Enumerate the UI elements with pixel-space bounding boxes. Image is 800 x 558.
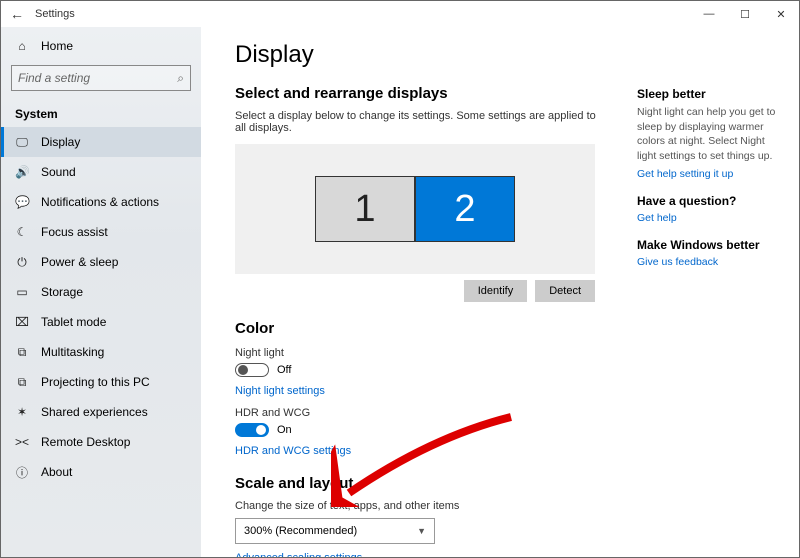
home-icon: ⌂ xyxy=(15,39,29,53)
monitor-buttons: Identify Detect xyxy=(235,280,595,302)
night-light-state: Off xyxy=(277,364,291,376)
display-icon: 🖵 xyxy=(15,135,29,150)
main: Display Select and rearrange displays Se… xyxy=(201,27,799,557)
sidebar-item-label: Notifications & actions xyxy=(41,195,159,209)
sidebar-item-projecting[interactable]: ⧉ Projecting to this PC xyxy=(1,367,201,397)
maximize-button[interactable]: ☐ xyxy=(727,1,763,27)
titlebar-title: Settings xyxy=(33,8,75,20)
back-button[interactable]: ← xyxy=(1,6,33,22)
scale-value: 300% (Recommended) xyxy=(244,525,357,537)
sidebar-item-display[interactable]: 🖵 Display xyxy=(1,127,201,157)
scale-dropdown[interactable]: 300% (Recommended) ▼ xyxy=(235,518,435,544)
sidebar: ⌂ Home Find a setting ⌕ System 🖵 Display… xyxy=(1,27,201,557)
aside-sleep-title: Sleep better xyxy=(637,87,783,101)
window-controls: — ☐ ✕ xyxy=(691,1,799,27)
sidebar-item-label: Power & sleep xyxy=(41,255,118,269)
night-light-settings-link[interactable]: Night light settings xyxy=(235,385,599,397)
moon-icon: ☾ xyxy=(15,225,29,239)
projecting-icon: ⧉ xyxy=(15,375,29,390)
remote-icon: >< xyxy=(15,435,29,449)
rearrange-description: Select a display below to change its set… xyxy=(235,110,599,134)
search-icon: ⌕ xyxy=(177,71,184,86)
section-color-title: Color xyxy=(235,320,599,337)
aside: Sleep better Night light can help you ge… xyxy=(629,27,799,557)
toggle-switch-off[interactable] xyxy=(235,363,269,377)
sidebar-item-notifications[interactable]: 💬 Notifications & actions xyxy=(1,187,201,217)
sidebar-item-label: Sound xyxy=(41,165,76,179)
sidebar-item-label: About xyxy=(41,465,72,479)
sidebar-item-shared-experiences[interactable]: ✶ Shared experiences xyxy=(1,397,201,427)
sidebar-section-title: System xyxy=(1,97,201,127)
advanced-scaling-link[interactable]: Advanced scaling settings xyxy=(235,552,599,557)
shared-icon: ✶ xyxy=(15,405,29,419)
sidebar-item-tablet-mode[interactable]: ⌧ Tablet mode xyxy=(1,307,201,337)
settings-window: ← Settings — ☐ ✕ ⌂ Home Find a setting ⌕… xyxy=(0,0,800,558)
sidebar-item-multitasking[interactable]: ⧉ Multitasking xyxy=(1,337,201,367)
sidebar-home-label: Home xyxy=(41,39,73,53)
sidebar-item-label: Remote Desktop xyxy=(41,435,130,449)
section-rearrange-title: Select and rearrange displays xyxy=(235,85,599,102)
hdr-settings-link[interactable]: HDR and WCG settings xyxy=(235,445,599,457)
search-placeholder: Find a setting xyxy=(18,71,90,85)
page-title: Display xyxy=(235,41,599,69)
tablet-icon: ⌧ xyxy=(15,315,29,329)
sidebar-item-sound[interactable]: 🔊 Sound xyxy=(1,157,201,187)
sidebar-item-label: Shared experiences xyxy=(41,405,148,419)
aside-feedback-title: Make Windows better xyxy=(637,238,783,252)
section-scale-title: Scale and layout xyxy=(235,475,599,492)
monitor-2[interactable]: 2 xyxy=(415,176,515,242)
sidebar-item-focus-assist[interactable]: ☾ Focus assist xyxy=(1,217,201,247)
hdr-label: HDR and WCG xyxy=(235,407,599,419)
sidebar-item-label: Projecting to this PC xyxy=(41,375,150,389)
sound-icon: 🔊 xyxy=(15,165,29,179)
aside-sleep-link[interactable]: Get help setting it up xyxy=(637,168,783,180)
display-arrangement-area[interactable]: 1 2 xyxy=(235,144,595,274)
scale-description: Change the size of text, apps, and other… xyxy=(235,500,599,512)
multitasking-icon: ⧉ xyxy=(15,345,29,360)
night-light-label: Night light xyxy=(235,347,599,359)
aside-get-help-link[interactable]: Get help xyxy=(637,212,783,224)
sidebar-home[interactable]: ⌂ Home xyxy=(1,31,201,61)
aside-feedback-link[interactable]: Give us feedback xyxy=(637,256,783,268)
chevron-down-icon: ▼ xyxy=(417,526,426,536)
detect-button[interactable]: Detect xyxy=(535,280,595,302)
night-light-toggle[interactable]: Off xyxy=(235,363,599,377)
content: Display Select and rearrange displays Se… xyxy=(201,27,629,557)
toggle-switch-on[interactable] xyxy=(235,423,269,437)
sidebar-item-label: Multitasking xyxy=(41,345,104,359)
hdr-state: On xyxy=(277,424,292,436)
sidebar-item-label: Display xyxy=(41,135,80,149)
power-icon: ⏻ xyxy=(15,255,29,270)
identify-button[interactable]: Identify xyxy=(464,280,527,302)
sidebar-item-label: Storage xyxy=(41,285,83,299)
titlebar: ← Settings — ☐ ✕ xyxy=(1,1,799,27)
close-button[interactable]: ✕ xyxy=(763,1,799,27)
storage-icon: ▭ xyxy=(15,285,29,299)
sidebar-item-label: Focus assist xyxy=(41,225,108,239)
sidebar-item-about[interactable]: ⓘ About xyxy=(1,457,201,487)
minimize-button[interactable]: — xyxy=(691,1,727,27)
info-icon: ⓘ xyxy=(15,464,29,481)
notifications-icon: 💬 xyxy=(15,195,29,209)
monitor-1[interactable]: 1 xyxy=(315,176,415,242)
sidebar-item-storage[interactable]: ▭ Storage xyxy=(1,277,201,307)
aside-question-title: Have a question? xyxy=(637,194,783,208)
search-input[interactable]: Find a setting ⌕ xyxy=(11,65,191,91)
sidebar-item-power-sleep[interactable]: ⏻ Power & sleep xyxy=(1,247,201,277)
hdr-toggle[interactable]: On xyxy=(235,423,599,437)
sidebar-item-remote-desktop[interactable]: >< Remote Desktop xyxy=(1,427,201,457)
aside-sleep-text: Night light can help you get to sleep by… xyxy=(637,105,783,164)
sidebar-item-label: Tablet mode xyxy=(41,315,106,329)
